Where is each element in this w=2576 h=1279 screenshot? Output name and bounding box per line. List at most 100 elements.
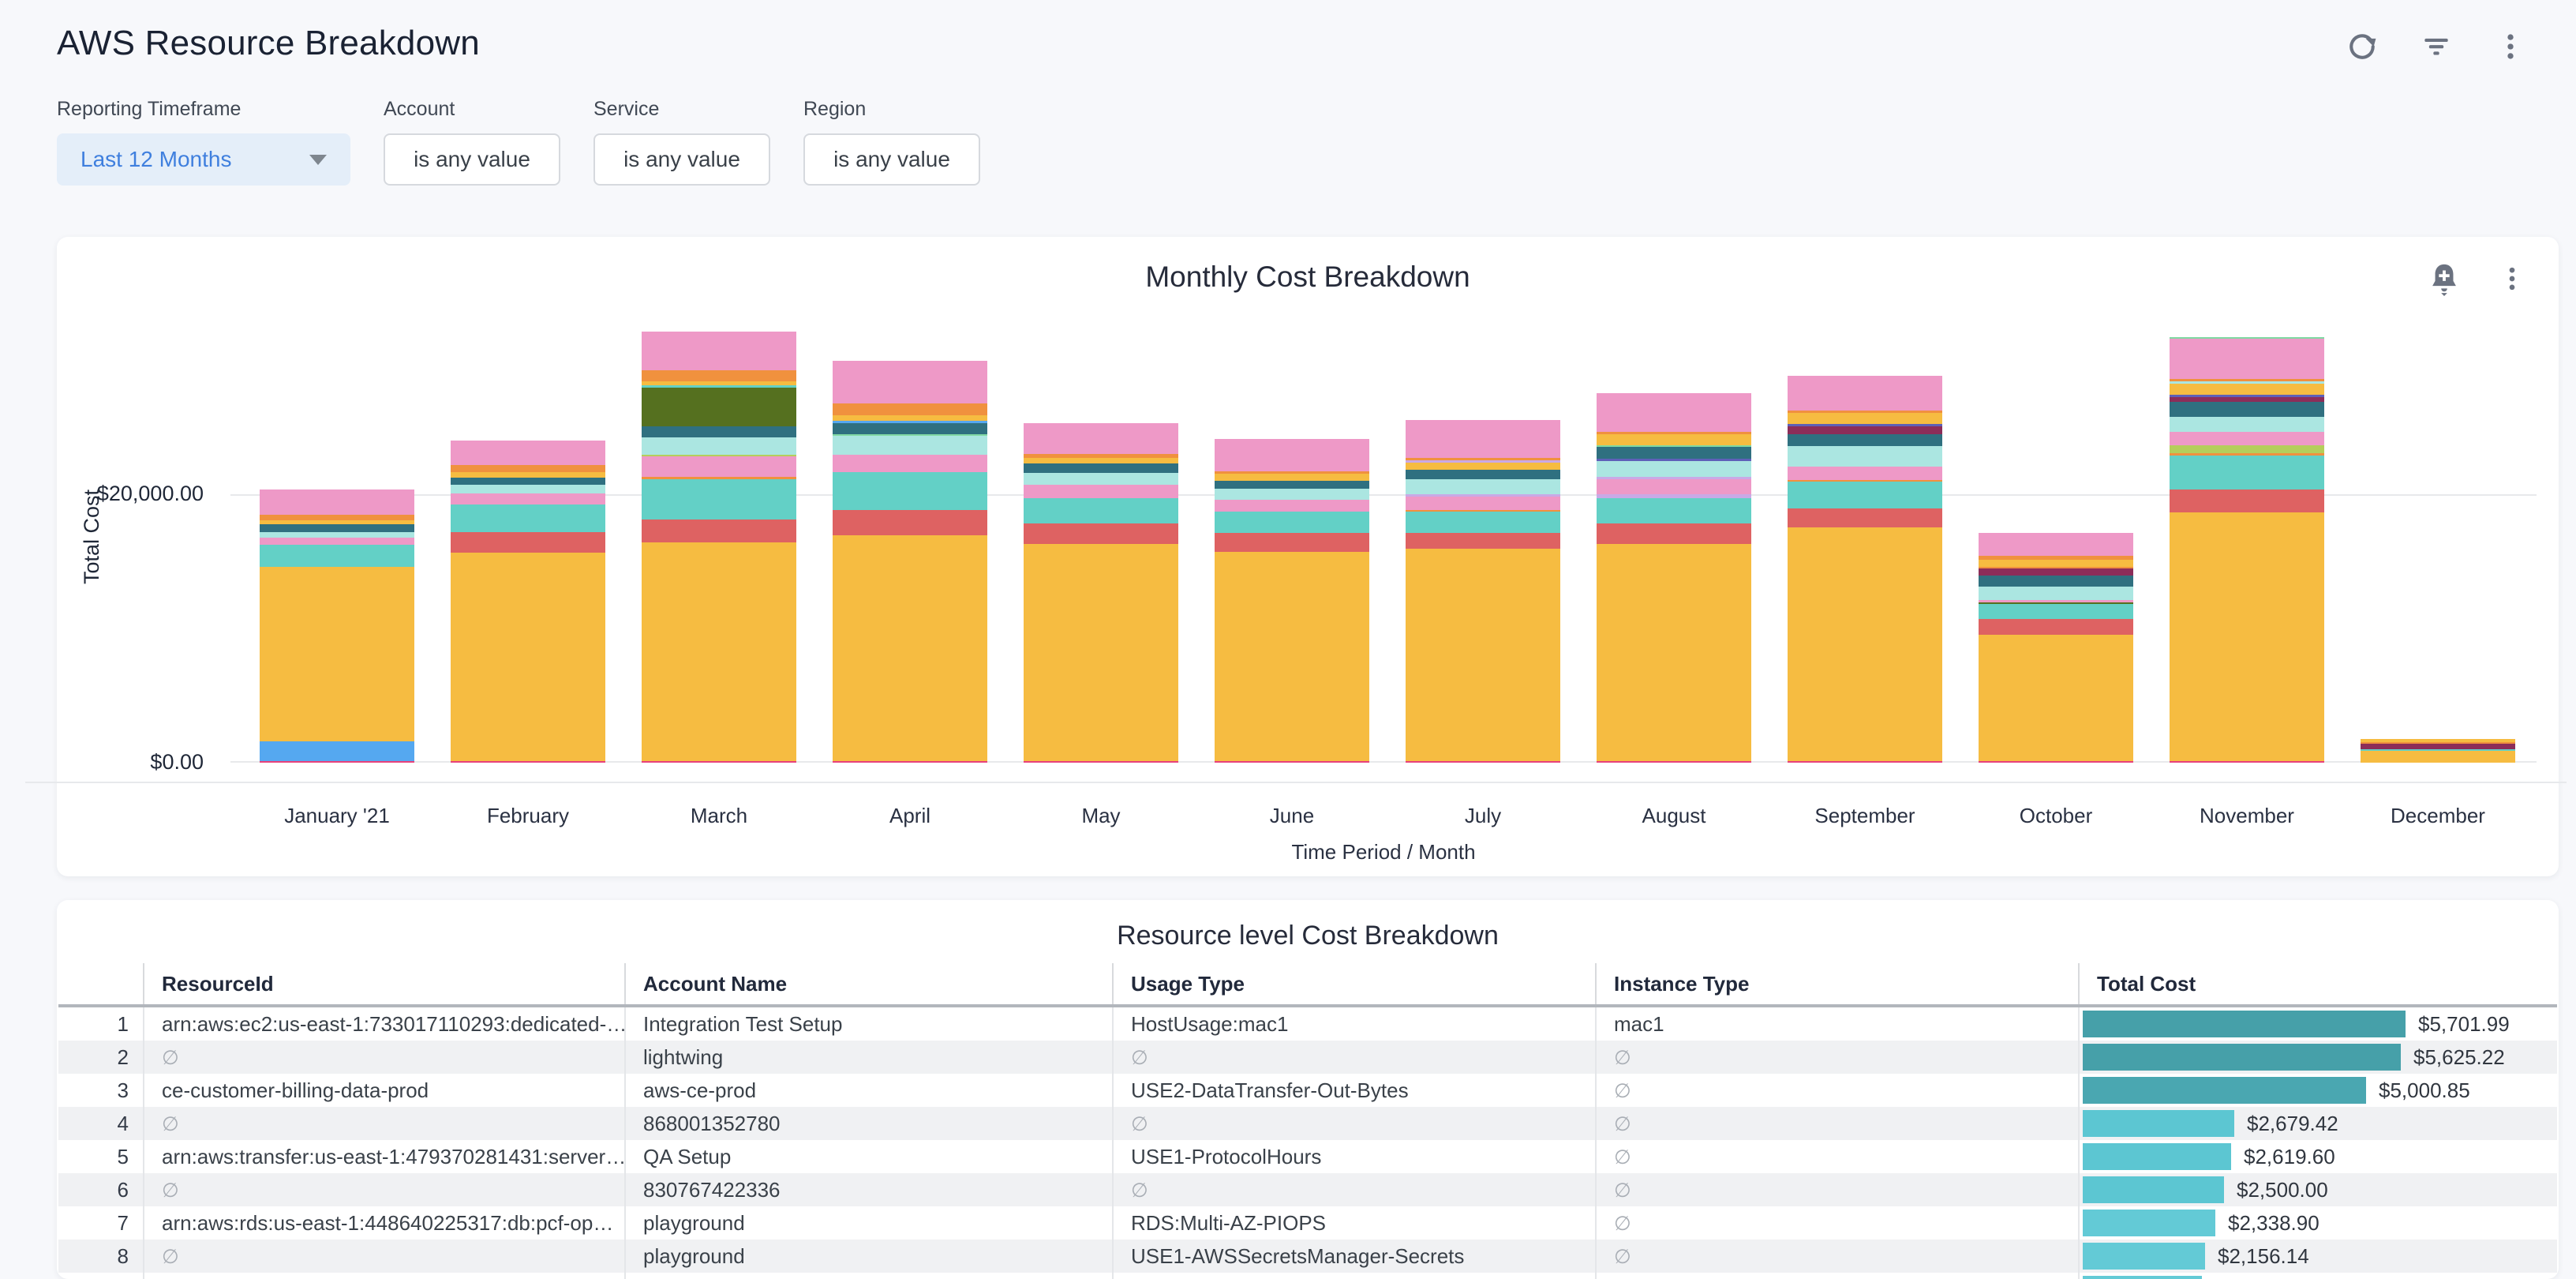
stacked-bar-april[interactable] <box>833 361 987 763</box>
bar-segment-red <box>2170 489 2324 512</box>
bar-segment-magenta <box>1215 761 1369 763</box>
cell-account-name[interactable]: 830767422336 <box>625 1173 1113 1206</box>
column-header-instance-type[interactable]: Instance Type <box>1596 963 2079 1006</box>
table-row: 8∅playgroundUSE1-AWSSecretsManager-Secre… <box>58 1240 2557 1273</box>
cell-usage-type[interactable]: ∅ <box>1113 1107 1596 1140</box>
column-header-resourceid[interactable]: ResourceId <box>144 963 625 1006</box>
cell-usage-type[interactable]: USE1-ProtocolHours <box>1113 1140 1596 1173</box>
cell-total-cost[interactable]: $2,679.42 <box>2079 1107 2557 1140</box>
cell-instance-type[interactable]: ∅ <box>1596 1140 2079 1173</box>
cell-resource-id[interactable]: arn:aws:rds:us-east-1:448640225317:db:pc… <box>144 1206 625 1240</box>
cost-value: $2,156.14 <box>2218 1244 2309 1269</box>
row-number: 5 <box>58 1140 144 1173</box>
cell-usage-type[interactable]: ∅ <box>1113 1041 1596 1074</box>
cell-resource-id[interactable]: ∅ <box>144 1240 625 1273</box>
table-header-row: ResourceIdAccount NameUsage TypeInstance… <box>58 963 2557 1006</box>
cost-value: $5,701.99 <box>2418 1012 2510 1037</box>
cell-instance-type[interactable]: ∅ <box>1596 1041 2079 1074</box>
region-filter-box[interactable]: is any value <box>803 133 980 186</box>
bar-segment-yellow <box>1979 635 2133 761</box>
bar-segment-darkteal <box>1024 463 1178 473</box>
refresh-icon[interactable] <box>2344 28 2380 65</box>
dashboard-page: AWS Resource Breakdown <box>0 0 2576 1279</box>
column-header-usage-type[interactable]: Usage Type <box>1113 963 1596 1006</box>
cell-resource-id[interactable]: ∅ <box>144 1107 625 1140</box>
cell-resource-id[interactable]: arn:aws:ec2:us-east-1:733017110293:dedic… <box>144 1006 625 1041</box>
cell-instance-type[interactable]: ∅ <box>1596 1240 2079 1273</box>
cell-total-cost[interactable] <box>2079 1273 2557 1279</box>
service-filter-box[interactable]: is any value <box>593 133 770 186</box>
account-filter-box[interactable]: is any value <box>384 133 560 186</box>
cell-instance-type[interactable]: ∅ <box>1596 1206 2079 1240</box>
cell-total-cost[interactable]: $2,156.14 <box>2079 1240 2557 1273</box>
cell-account-name[interactable]: QA Setup <box>625 1140 1113 1173</box>
cell-instance-type[interactable]: ∅ <box>1596 1173 2079 1206</box>
cell-total-cost[interactable]: $2,338.90 <box>2079 1206 2557 1240</box>
cell-total-cost[interactable]: $2,619.60 <box>2079 1140 2557 1173</box>
more-options-icon[interactable] <box>2492 28 2529 65</box>
stacked-bar-february[interactable] <box>451 441 605 763</box>
timeframe-dropdown[interactable]: Last 12 Months <box>57 133 350 186</box>
stacked-bar-june[interactable] <box>1215 439 1369 763</box>
bar-segment-maroon <box>1979 568 2133 576</box>
cell-resource-id[interactable]: ∅ <box>144 1173 625 1206</box>
stacked-bar-august[interactable] <box>1597 393 1751 763</box>
stacked-bar-october[interactable] <box>1979 533 2133 763</box>
stacked-bar-december[interactable] <box>2361 739 2515 763</box>
bar-segment-darkteal <box>1406 470 1560 479</box>
cell-account-name[interactable]: lightwing <box>625 1041 1113 1074</box>
cell-instance-type[interactable] <box>1596 1273 2079 1279</box>
cell-total-cost[interactable]: $5,625.22 <box>2079 1041 2557 1074</box>
bar-segment-magenta <box>1406 761 1560 763</box>
cell-instance-type[interactable]: ∅ <box>1596 1074 2079 1107</box>
cell-usage-type[interactable]: HostUsage:mac1 <box>1113 1006 1596 1041</box>
null-value: ∅ <box>1614 1113 1631 1135</box>
cost-data-bar <box>2083 1243 2205 1270</box>
bar-segment-red <box>1215 533 1369 552</box>
cell-instance-type[interactable]: mac1 <box>1596 1006 2079 1041</box>
cell-usage-type[interactable]: USE2-DataTransfer-Out-Bytes <box>1113 1074 1596 1107</box>
cell-usage-type[interactable]: RDS:Multi-AZ-PIOPS <box>1113 1206 1596 1240</box>
column-header-account-name[interactable]: Account Name <box>625 963 1113 1006</box>
cell-resource-id[interactable]: arn:aws:transfer:us-east-1:479370281431:… <box>144 1140 625 1173</box>
bar-segment-yellow <box>1788 527 1942 761</box>
bar-segment-teal <box>2170 456 2324 489</box>
stacked-bar-july[interactable] <box>1406 420 1560 763</box>
cell-usage-type[interactable]: USE1-AWSSecretsManager-Secrets <box>1113 1240 1596 1273</box>
table-row: 9 <box>58 1273 2557 1279</box>
cell-account-name[interactable]: 868001352780 <box>625 1107 1113 1140</box>
cell-resource-id[interactable]: ∅ <box>144 1041 625 1074</box>
table-row: 5arn:aws:transfer:us-east-1:479370281431… <box>58 1140 2557 1173</box>
cell-instance-type[interactable]: ∅ <box>1596 1107 2079 1140</box>
cell-total-cost[interactable]: $5,701.99 <box>2079 1006 2557 1041</box>
bar-segment-lightteal <box>1597 461 1751 477</box>
stacked-bar-january-21[interactable] <box>260 489 414 763</box>
x-axis-label: March <box>624 804 814 828</box>
bar-segment-orange <box>833 403 987 415</box>
cell-total-cost[interactable]: $5,000.85 <box>2079 1074 2557 1107</box>
stacked-bar-november[interactable] <box>2170 337 2324 763</box>
bar-segment-lightteal <box>1024 473 1178 485</box>
cell-account-name[interactable]: aws-ce-prod <box>625 1074 1113 1107</box>
cell-total-cost[interactable]: $2,500.00 <box>2079 1173 2557 1206</box>
cell-usage-type[interactable]: ∅ <box>1113 1173 1596 1206</box>
bar-segment-teal <box>1597 498 1751 523</box>
cell-account-name[interactable]: playground <box>625 1240 1113 1273</box>
y-tick-20000: $20,000.00 <box>73 482 204 506</box>
cell-account-name[interactable]: playground <box>625 1206 1113 1240</box>
bar-segment-pink <box>451 441 605 465</box>
stacked-bar-may[interactable] <box>1024 423 1178 763</box>
column-header-total-cost[interactable]: Total Cost <box>2079 963 2557 1006</box>
cell-account-name[interactable] <box>625 1273 1113 1279</box>
table-body: 1arn:aws:ec2:us-east-1:733017110293:dedi… <box>58 1006 2557 1279</box>
cell-account-name[interactable]: Integration Test Setup <box>625 1006 1113 1041</box>
null-value: ∅ <box>162 1246 179 1268</box>
filter-label: Service <box>593 98 770 121</box>
cell-resource-id[interactable]: ce-customer-billing-data-prod <box>144 1074 625 1107</box>
stacked-bar-march[interactable] <box>642 332 796 763</box>
stacked-bar-september[interactable] <box>1788 376 1942 763</box>
filter-icon[interactable] <box>2418 28 2454 65</box>
x-axis-label: June <box>1197 804 1387 828</box>
cell-resource-id[interactable] <box>144 1273 625 1279</box>
cell-usage-type[interactable] <box>1113 1273 1596 1279</box>
